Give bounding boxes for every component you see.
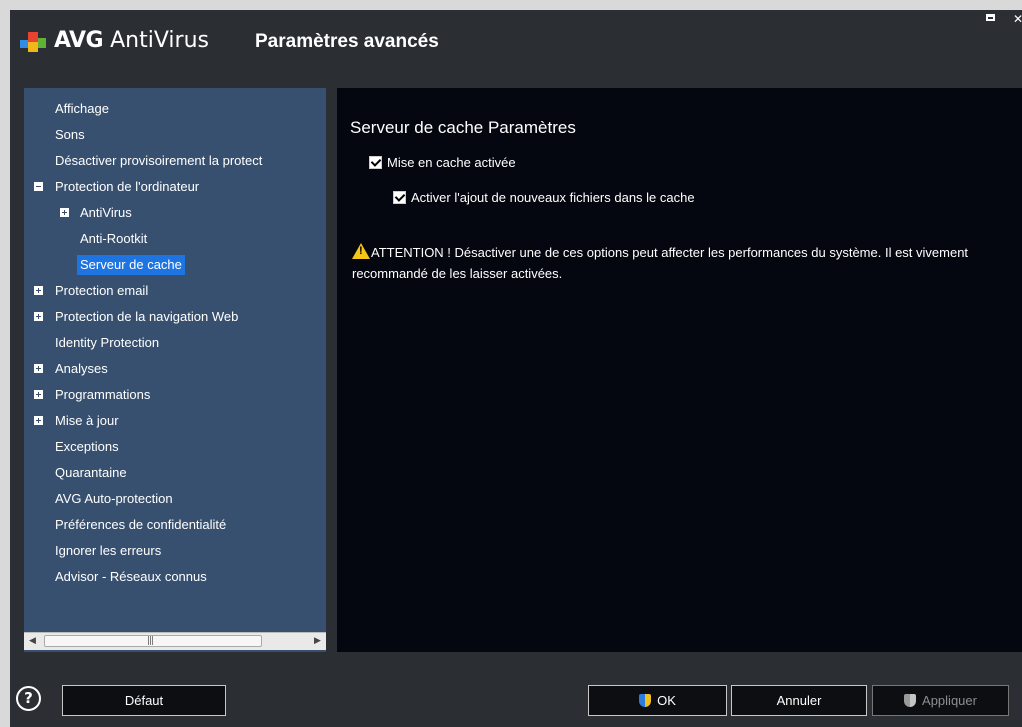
tree-item-label: Sons	[55, 127, 85, 142]
tree-item-label: Ignorer les erreurs	[55, 543, 162, 558]
title-bar: AVG AntiVirus Paramètres avancés ✕	[10, 10, 1022, 78]
footer-bar: ? Défaut OK Annuler Appliquer	[10, 685, 1022, 719]
tree-item[interactable]: AVG Auto-protection	[24, 486, 326, 512]
default-button[interactable]: Défaut	[62, 685, 226, 716]
tree-item[interactable]: Désactiver provisoirement la protect	[24, 148, 326, 174]
tree-item-label: Mise à jour	[55, 413, 119, 428]
scrollbar-grip-icon: |||	[147, 636, 154, 646]
tree-item[interactable]: Analyses	[24, 356, 326, 382]
tree-item-label: Protection de l'ordinateur	[55, 179, 200, 194]
tree-item[interactable]: Protection de l'ordinateur	[24, 174, 326, 200]
tree-item[interactable]: Advisor - Réseaux connus	[24, 564, 326, 590]
add-files-checkbox[interactable]	[393, 191, 406, 204]
tree-item[interactable]: Affichage	[24, 96, 326, 122]
avg-logo-icon	[20, 32, 46, 52]
ok-button-label: OK	[657, 693, 676, 708]
close-icon[interactable]: ✕	[1013, 13, 1022, 25]
tree-horizontal-scrollbar[interactable]: ◀ ||| ▶	[24, 632, 326, 650]
panel-title: Serveur de cache Paramètres	[350, 118, 576, 137]
app-window: AVG AntiVirus Paramètres avancés ✕ Affic…	[10, 10, 1022, 727]
tree-item[interactable]: Protection email	[24, 278, 326, 304]
tree-item-label: Advisor - Réseaux connus	[55, 569, 207, 584]
tree-item-label: Programmations	[55, 387, 151, 402]
expand-icon[interactable]	[34, 390, 43, 399]
expand-icon[interactable]	[34, 286, 43, 295]
cancel-button-label: Annuler	[776, 693, 822, 708]
expand-icon[interactable]	[60, 208, 69, 217]
tree-item-label: Quarantaine	[55, 465, 127, 480]
cache-enabled-checkbox[interactable]	[369, 156, 382, 169]
warning-icon: !	[352, 243, 370, 259]
apply-button[interactable]: Appliquer	[872, 685, 1009, 716]
tree-item[interactable]: Quarantaine	[24, 460, 326, 486]
expand-icon[interactable]	[34, 416, 43, 425]
settings-panel: Serveur de cache Paramètres Mise en cach…	[337, 88, 1022, 652]
tree-item-label: Analyses	[55, 361, 108, 376]
cancel-button[interactable]: Annuler	[731, 685, 867, 716]
window-title: Paramètres avancés	[255, 31, 439, 52]
tree-item-label: AVG Auto-protection	[55, 491, 173, 506]
scrollbar-thumb[interactable]: |||	[44, 635, 262, 647]
tree-item-label: Préférences de confidentialité	[55, 517, 227, 532]
tree-item-label: Protection de la navigation Web	[55, 309, 239, 324]
collapse-icon[interactable]	[34, 182, 43, 191]
expand-icon[interactable]	[34, 364, 43, 373]
tree-item[interactable]: AntiVirus	[24, 200, 326, 226]
help-icon[interactable]: ?	[16, 686, 41, 711]
tree-item[interactable]: Identity Protection	[24, 330, 326, 356]
tree-item[interactable]: Exceptions	[24, 434, 326, 460]
tree-item-label: Exceptions	[55, 439, 119, 454]
tree-item-label: Protection email	[55, 283, 149, 298]
tree-item-label: Identity Protection	[55, 335, 160, 350]
maximize-icon[interactable]	[986, 14, 995, 21]
tree-item[interactable]: Serveur de cache	[24, 252, 326, 278]
tree-item[interactable]: Sons	[24, 122, 326, 148]
expand-icon[interactable]	[34, 312, 43, 321]
shield-icon	[639, 694, 652, 707]
add-files-checkbox-row[interactable]: Activer l'ajout de nouveaux fichiers dan…	[393, 190, 695, 206]
tree-item-label: Anti-Rootkit	[80, 231, 148, 246]
default-button-label: Défaut	[124, 693, 164, 708]
tree-item-label: Désactiver provisoirement la protect	[55, 153, 263, 168]
cache-enabled-checkbox-row[interactable]: Mise en cache activée	[369, 155, 516, 171]
apply-button-label: Appliquer	[922, 693, 977, 708]
warning-message: ! ATTENTION ! Désactiver une de ces optio…	[352, 242, 992, 284]
tree-item[interactable]: Mise à jour	[24, 408, 326, 434]
cache-enabled-label: Mise en cache activée	[387, 155, 516, 170]
warning-text: ATTENTION ! Désactiver une de ces option…	[352, 245, 969, 281]
tree-item[interactable]: Préférences de confidentialité	[24, 512, 326, 538]
tree-item-label: AntiVirus	[80, 205, 132, 220]
tree-item-label: Serveur de cache	[77, 255, 185, 275]
add-files-label: Activer l'ajout de nouveaux fichiers dan…	[411, 190, 695, 205]
tree-item[interactable]: Programmations	[24, 382, 326, 408]
tree-item[interactable]: Anti-Rootkit	[24, 226, 326, 252]
settings-tree: Affichage Sons Désactiver provisoirement l…	[24, 88, 326, 652]
tree-item-label: Affichage	[55, 101, 109, 116]
scroll-left-icon[interactable]: ◀	[24, 633, 41, 650]
shield-icon	[904, 694, 917, 707]
brand-name: AntiVirus	[103, 28, 209, 53]
scroll-right-icon[interactable]: ▶	[309, 633, 326, 650]
brand-bold: AVG	[54, 28, 104, 53]
tree-list: Affichage Sons Désactiver provisoirement l…	[24, 96, 326, 590]
app-brand: AVG AntiVirus	[54, 28, 209, 53]
tree-item[interactable]: Ignorer les erreurs	[24, 538, 326, 564]
tree-item[interactable]: Protection de la navigation Web	[24, 304, 326, 330]
ok-button[interactable]: OK	[588, 685, 727, 716]
